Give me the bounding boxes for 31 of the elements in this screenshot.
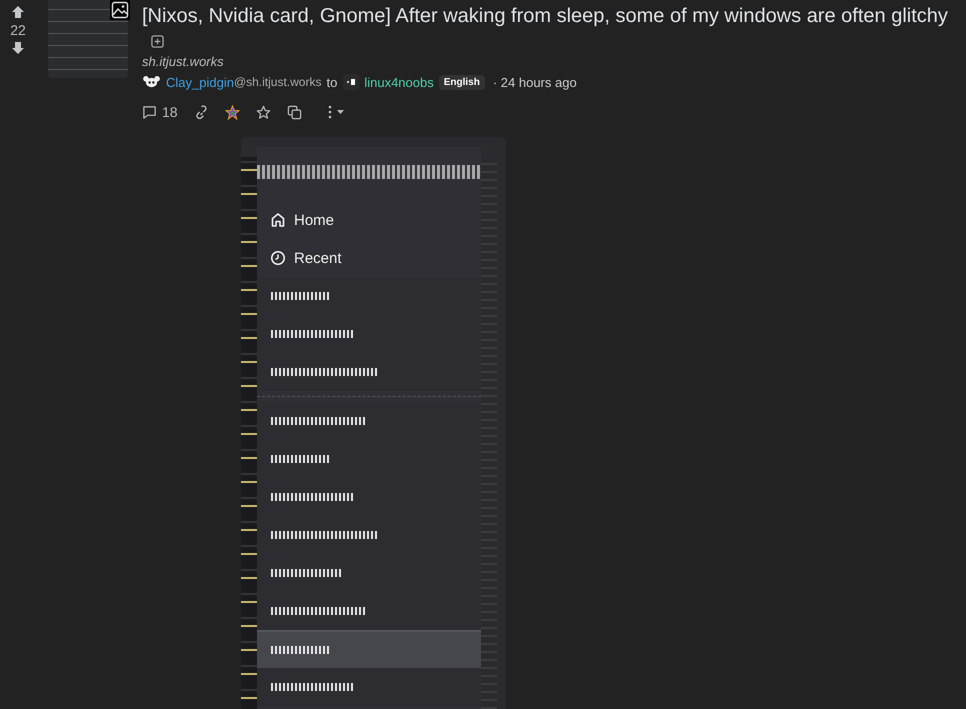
upvote-icon[interactable] [10, 4, 26, 20]
menu-item-label: Recent [294, 250, 342, 266]
link-icon[interactable] [194, 104, 209, 120]
community-link[interactable]: linux4noobs [364, 74, 434, 90]
garbled-text-drawing [271, 292, 331, 300]
home-icon [270, 212, 286, 228]
post-title[interactable]: [Nixos, Nvidia card, Gnome] After waking from sleep, some of my windows are often glitchy [142, 3, 948, 29]
copy-icon[interactable] [286, 104, 302, 120]
menu-item-label: Home [294, 212, 334, 228]
more-options-icon[interactable] [326, 104, 346, 120]
author-instance: @sh.itjust.works [234, 75, 322, 89]
garbled-text-drawing [271, 569, 343, 577]
clock-icon [270, 250, 286, 266]
skull-avatar-icon [142, 76, 161, 88]
community-icon [343, 74, 360, 90]
image-icon [110, 0, 130, 20]
author-link[interactable]: Clay_pidgin [166, 74, 234, 90]
garbled-text-drawing [271, 455, 331, 463]
to-label: to [326, 74, 338, 90]
rainbow-star-icon[interactable] [224, 104, 240, 120]
comments-link[interactable]: 18 [142, 104, 178, 120]
post-time: · 24 hours ago [492, 74, 577, 90]
vote-score: 22 [10, 22, 26, 38]
garbled-text-drawing [271, 646, 331, 654]
comment-icon [142, 104, 157, 120]
downvote-icon[interactable] [10, 40, 26, 56]
star-icon[interactable] [256, 104, 271, 120]
language-badge: English [438, 74, 485, 90]
thumbnail-image[interactable] [48, 0, 128, 78]
post-domain[interactable]: sh.itjust.works [142, 54, 224, 69]
expand-icon[interactable] [151, 35, 164, 48]
